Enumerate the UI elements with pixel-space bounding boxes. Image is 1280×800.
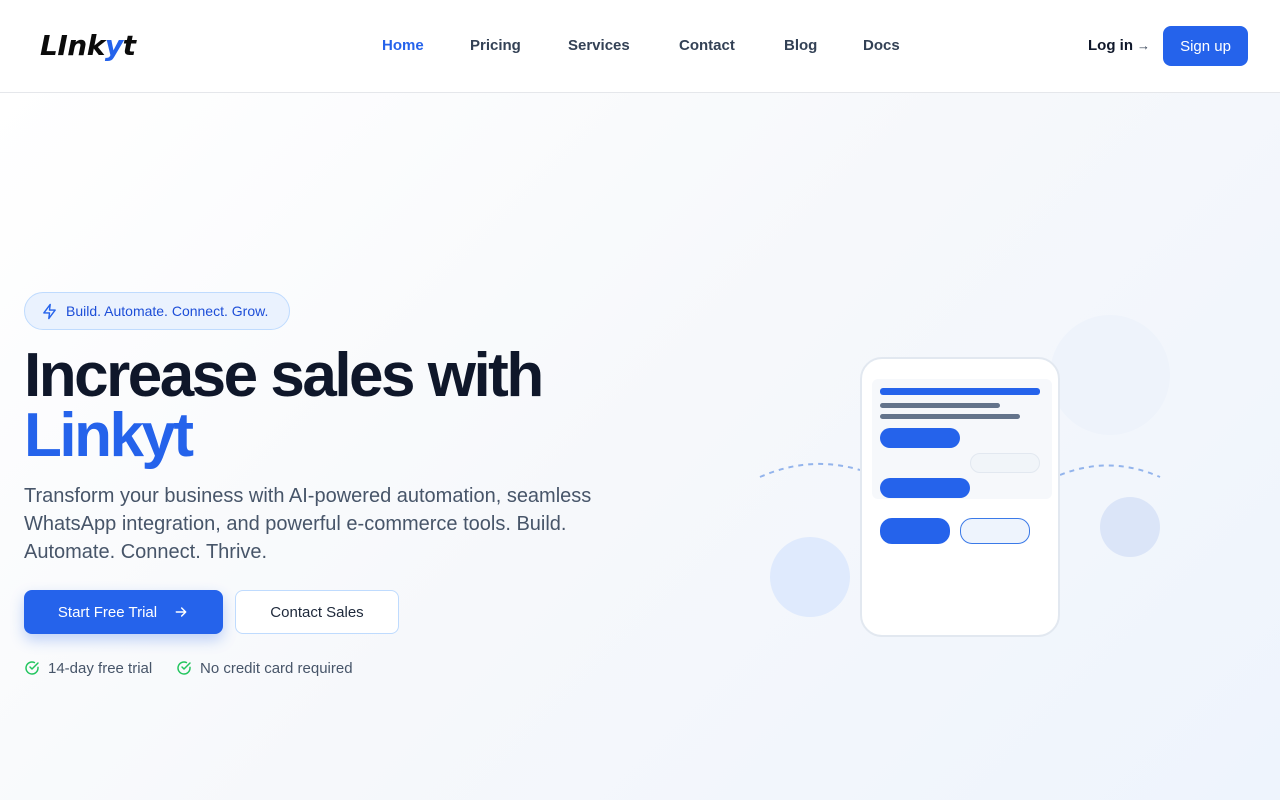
hero-title: Increase sales with bbox=[24, 341, 544, 410]
badge-text: Build. Automate. Connect. Grow. bbox=[66, 303, 269, 319]
mock-line bbox=[880, 414, 1020, 419]
check-circle-icon bbox=[177, 661, 191, 675]
feature-check-trial: 14-day free trial bbox=[24, 658, 152, 678]
nav-item-contact[interactable]: Contact bbox=[679, 36, 735, 56]
start-free-trial-button[interactable]: Start Free Trial bbox=[24, 590, 223, 634]
brand-logo[interactable]: LInkyt bbox=[40, 26, 136, 66]
decor-circle bbox=[1050, 315, 1170, 435]
phone-mockup bbox=[860, 357, 1060, 637]
hero-illustration bbox=[740, 300, 1200, 660]
site-header: LInkyt Home Pricing Services Contact Blo… bbox=[0, 0, 1280, 93]
mock-button bbox=[880, 518, 950, 544]
start-free-trial-label: Start Free Trial bbox=[57, 603, 158, 621]
feature-check-label: 14-day free trial bbox=[48, 659, 153, 677]
hero-badge: Build. Automate. Connect. Grow. bbox=[24, 292, 290, 330]
nav-item-services[interactable]: Services bbox=[568, 36, 630, 56]
login-label: Log in bbox=[1088, 37, 1133, 54]
mock-chat-bubble bbox=[880, 478, 970, 498]
hero-subtitle: Transform your business with AI-powered … bbox=[24, 485, 592, 563]
nav-item-docs[interactable]: Docs bbox=[863, 36, 900, 56]
check-circle-icon bbox=[25, 661, 39, 675]
contact-sales-button[interactable]: Contact Sales bbox=[235, 590, 399, 634]
mock-chat-bubble bbox=[880, 428, 960, 448]
decor-circle bbox=[1100, 497, 1160, 557]
arrow-right-icon bbox=[175, 607, 187, 617]
mock-button-outline bbox=[960, 518, 1030, 544]
arrow-right-icon: → bbox=[1137, 38, 1150, 53]
hero-title-brand: Linkyt bbox=[24, 401, 194, 470]
login-link[interactable]: Log in → bbox=[1088, 36, 1150, 56]
decor-circle bbox=[770, 537, 850, 617]
lightning-icon bbox=[43, 303, 56, 319]
nav-item-pricing[interactable]: Pricing bbox=[470, 36, 521, 56]
mock-chat-bubble bbox=[970, 453, 1040, 473]
feature-check-label: No credit card required bbox=[200, 659, 353, 677]
feature-check-no-card: No credit card required bbox=[176, 658, 353, 678]
mock-line bbox=[880, 388, 1040, 395]
mock-line bbox=[880, 403, 1000, 408]
signup-button[interactable]: Sign up bbox=[1163, 26, 1248, 66]
nav-item-blog[interactable]: Blog bbox=[784, 36, 817, 56]
nav-item-home[interactable]: Home bbox=[382, 36, 424, 56]
